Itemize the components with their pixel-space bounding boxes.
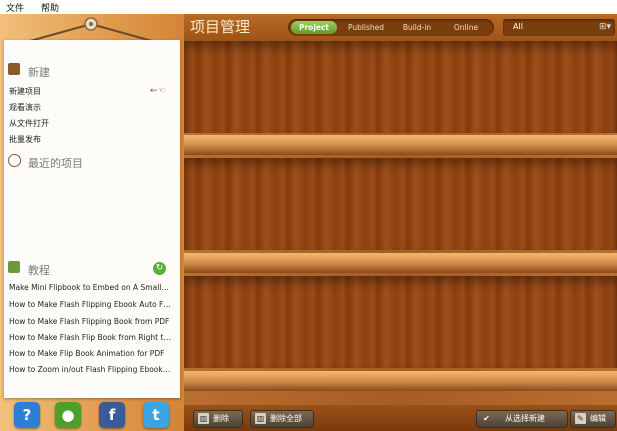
tab-group: Project Published Build-in Online [288,19,494,36]
create-from-template-button[interactable]: ✔ 从选择新建 [476,410,568,428]
batch-publish-link[interactable]: 批量发布 [9,134,41,145]
category-filter[interactable]: All ⊞▾ [503,19,615,36]
twitter-icon[interactable]: t [143,402,169,428]
tab-project[interactable]: Project [291,21,337,34]
shelf-compartment [184,158,617,250]
tab-published[interactable]: Published [341,21,391,34]
tutorial-link[interactable]: How to Zoom in/out Flash Flipping Ebook … [9,365,171,374]
delete-icon: ▥ [198,413,209,424]
open-from-file-link[interactable]: 从文件打开 [9,118,49,129]
tutorial-icon [8,261,20,273]
tutorial-link[interactable]: How to Make Flip Book Animation for PDF [9,349,171,358]
new-project-link[interactable]: 新建项目 [9,86,41,97]
tab-online[interactable]: Online [443,21,489,34]
tutorial-link[interactable]: How to Make Flash Flipping Ebook Auto Fl… [9,300,171,309]
delete-button[interactable]: ▥ 删除 [193,410,243,428]
community-icon[interactable]: ● [55,402,81,428]
delete-all-button[interactable]: ▥ 删除全部 [250,410,314,428]
page-title: 项目管理 [190,18,251,36]
new-book-icon [8,63,20,75]
grid-view-icon[interactable]: ⊞▾ [599,22,611,32]
edit-icon: ✎ [575,413,586,424]
check-icon: ✔ [483,414,490,423]
delete-all-icon: ▥ [255,413,266,424]
clock-icon [8,154,21,167]
shelf-board [184,135,617,155]
refresh-icon[interactable]: ↻ [153,262,166,275]
shelf-board [184,253,617,273]
shelf-compartment [184,276,617,368]
edit-button[interactable]: ✎ 编辑 [570,410,616,428]
shelf-compartment [184,41,617,133]
menu-bar: 文件 帮助 [0,0,617,15]
menu-help[interactable]: 帮助 [41,1,59,14]
tutorial-link[interactable]: How to Make Flash Flip Book from Right t… [9,333,171,342]
shelf-board [184,371,617,391]
hand-pointer-icon: ←☜ [150,86,166,96]
tutorial-link[interactable]: How to Make Flash Flipping Book from PDF [9,317,171,326]
tab-build-in[interactable]: Build-in [395,21,439,34]
tutorial-link[interactable]: Make Mini Flipbook to Embed on A Small A… [9,283,171,292]
filter-value: All [513,22,523,31]
watch-demo-link[interactable]: 观看演示 [9,102,41,113]
menu-file[interactable]: 文件 [6,1,24,14]
facebook-icon[interactable]: f [99,402,125,428]
help-icon[interactable]: ? [14,402,40,428]
